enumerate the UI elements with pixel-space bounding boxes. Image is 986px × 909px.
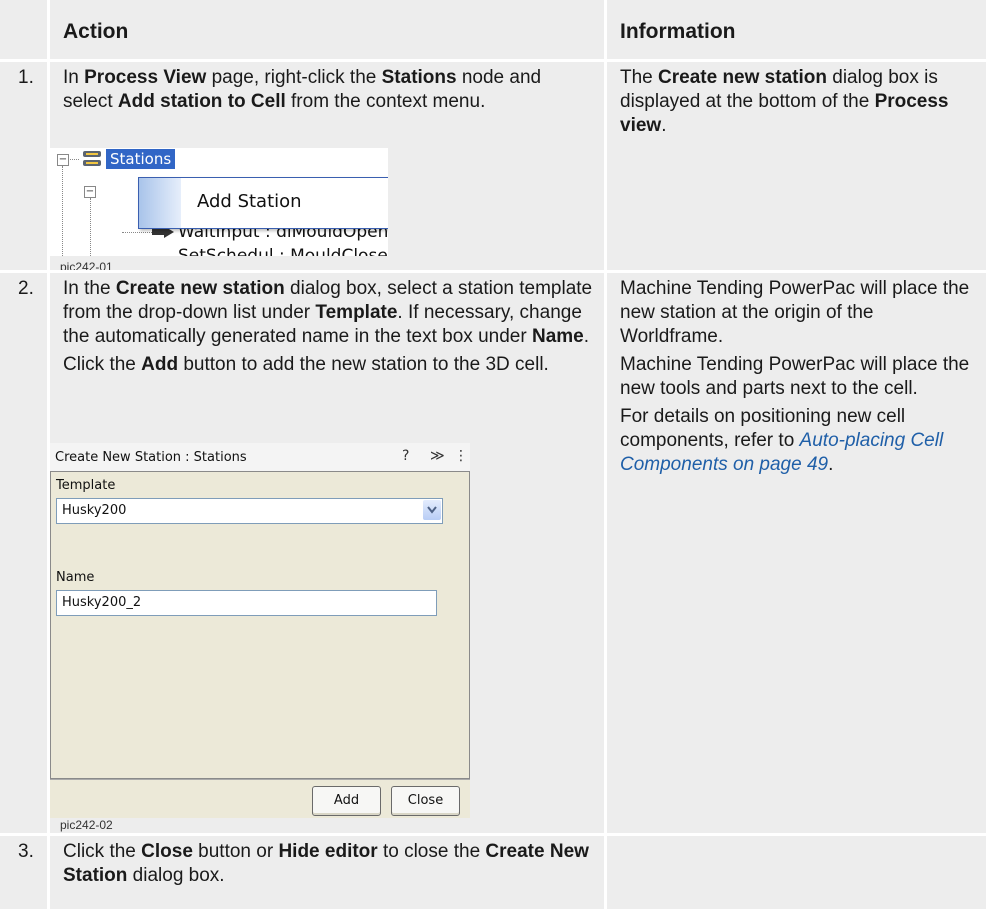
bold-term: Create new station bbox=[115, 278, 285, 299]
text-run: Click the bbox=[63, 841, 142, 862]
text-run: . bbox=[661, 115, 667, 136]
bold-term: Close bbox=[141, 841, 193, 862]
add-button[interactable]: Add bbox=[312, 786, 381, 816]
header-information: Information bbox=[620, 20, 736, 43]
bold-term: Add bbox=[141, 354, 179, 375]
name-value: Husky200_2 bbox=[62, 595, 142, 610]
name-label: Name bbox=[56, 570, 95, 585]
paragraph: Click the Add button to add the new stat… bbox=[63, 353, 603, 377]
paragraph: Machine Tending PowerPac will place the … bbox=[620, 353, 975, 401]
bold-term: Process View bbox=[84, 67, 207, 88]
dialog-body: Template Husky200 Name Husky200_2 bbox=[50, 471, 470, 779]
tree-item-partial[interactable]: SetSchedul : MouldClose, 0 bbox=[178, 246, 388, 256]
template-label: Template bbox=[56, 478, 116, 493]
step-2-action: In the Create new station dialog box, se… bbox=[63, 277, 603, 381]
step-3-action: Click the Close button or Hide editor to… bbox=[63, 840, 591, 892]
text-run: In the bbox=[63, 278, 116, 299]
paragraph: In the Create new station dialog box, se… bbox=[63, 277, 603, 349]
collapse-icon[interactable]: ≫ bbox=[430, 448, 445, 464]
dialog-title: Create New Station : Stations bbox=[55, 450, 247, 465]
collapse-toggle[interactable]: − bbox=[84, 186, 96, 198]
text-run: to close the bbox=[377, 841, 486, 862]
paragraph: In Process View page, right-click the St… bbox=[63, 66, 591, 114]
column-divider bbox=[47, 0, 50, 909]
step-2-information: Machine Tending PowerPac will place the … bbox=[620, 277, 975, 481]
step-number-2: 2. bbox=[18, 278, 34, 299]
bold-term: Add station to Cell bbox=[117, 91, 286, 112]
text-run: In bbox=[63, 67, 85, 88]
text-run: . bbox=[583, 326, 589, 347]
paragraph: Click the Close button or Hide editor to… bbox=[63, 840, 591, 888]
help-icon[interactable]: ? bbox=[402, 448, 409, 464]
bold-term: Hide editor bbox=[278, 841, 378, 862]
stations-node-icon bbox=[83, 151, 101, 166]
text-run: Machine Tending PowerPac will place the … bbox=[620, 354, 970, 399]
collapse-toggle[interactable]: − bbox=[57, 154, 69, 166]
dropdown-arrow-icon[interactable] bbox=[423, 500, 441, 520]
step-number-1: 1. bbox=[18, 67, 34, 88]
menu-item-add-station[interactable]: Add Station bbox=[197, 191, 302, 212]
bold-term: Create new station bbox=[658, 67, 827, 88]
column-divider bbox=[604, 0, 607, 909]
menu-icon[interactable]: ⋮ bbox=[454, 448, 468, 464]
paragraph: Machine Tending PowerPac will place the … bbox=[620, 277, 975, 349]
header-action: Action bbox=[63, 20, 129, 43]
text-run: Machine Tending PowerPac will place the … bbox=[620, 278, 970, 347]
name-input[interactable]: Husky200_2 bbox=[56, 590, 437, 616]
text-run: Click the bbox=[63, 354, 142, 375]
paragraph: For details on positioning new cell comp… bbox=[620, 405, 975, 477]
context-menu: Add Station bbox=[138, 177, 388, 229]
text-run: button or bbox=[192, 841, 279, 862]
text-run: dialog box. bbox=[127, 865, 225, 886]
text-run: from the context menu. bbox=[285, 91, 486, 112]
bold-term: Template bbox=[315, 302, 398, 323]
template-value: Husky200 bbox=[62, 503, 127, 518]
step-number-3: 3. bbox=[18, 841, 34, 862]
bold-term: Name bbox=[531, 326, 584, 347]
context-menu-screenshot: − − Stations WaitInput : diMouldOpenPos,… bbox=[50, 148, 388, 256]
header-row bbox=[0, 0, 986, 59]
template-dropdown[interactable]: Husky200 bbox=[56, 498, 443, 524]
dialog-footer: Add Close bbox=[50, 779, 470, 818]
caption-pic242-02: pic242-02 bbox=[60, 818, 113, 832]
close-button[interactable]: Close bbox=[391, 786, 460, 816]
text-run: button to add the new station to the 3D … bbox=[178, 354, 549, 375]
step-1-information: The Create new station dialog box is dis… bbox=[620, 66, 970, 142]
dialog-title-bar: Create New Station : Stations ? ≫ ⋮ bbox=[50, 443, 470, 471]
text-run: page, right-click the bbox=[206, 67, 382, 88]
create-new-station-dialog: Create New Station : Stations ? ≫ ⋮ Temp… bbox=[50, 443, 470, 818]
stations-tree-label[interactable]: Stations bbox=[106, 149, 176, 169]
step-1-action: In Process View page, right-click the St… bbox=[63, 66, 591, 118]
paragraph: The Create new station dialog box is dis… bbox=[620, 66, 970, 138]
text-run: . bbox=[828, 454, 834, 475]
text-run: The bbox=[620, 67, 659, 88]
bold-term: Stations bbox=[381, 67, 457, 88]
